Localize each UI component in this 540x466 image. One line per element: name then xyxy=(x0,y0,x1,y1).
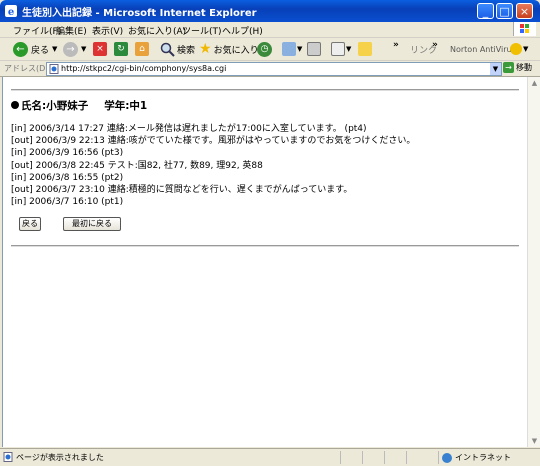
messenger-button[interactable] xyxy=(358,40,372,58)
maximize-button[interactable]: □ xyxy=(496,3,513,19)
menu-tools[interactable]: ツール(T) xyxy=(182,24,222,37)
toolbar-chevron[interactable]: » xyxy=(393,36,399,54)
norton-label[interactable]: Norton AntiVirus xyxy=(450,40,516,58)
norton-dropdown-icon[interactable]: ▼ xyxy=(523,45,528,53)
svg-text:e: e xyxy=(8,7,14,18)
mail-button[interactable]: ▼ xyxy=(282,40,302,58)
student-grade: 中1 xyxy=(129,100,148,112)
title-bar: e 生徒別入出記録 - Microsoft Internet Explorer … xyxy=(0,0,540,22)
forward-arrow-icon: → xyxy=(63,41,78,57)
forward-button[interactable]: → ▼ xyxy=(63,40,86,58)
close-button[interactable]: × xyxy=(516,3,533,19)
status-divider xyxy=(384,451,385,464)
norton-button[interactable]: ▼ xyxy=(510,40,528,58)
log-entry: [out] 2006/3/8 22:45 テスト:国82, 社77, 数89, … xyxy=(11,160,263,171)
history-icon: ◷ xyxy=(257,41,272,57)
address-url: http://stkpc2/cgi-bin/comphony/sys8a.cgi xyxy=(61,64,227,73)
search-icon xyxy=(160,42,175,57)
return-to-first-button[interactable]: 最初に戻る xyxy=(63,217,121,231)
status-bar: ページが表示されました イントラネット xyxy=(0,448,540,466)
student-name: 小野妹子 xyxy=(46,100,89,112)
security-zone: イントラネット xyxy=(442,452,511,463)
log-entry: [in] 2006/3/8 16:55 (pt2) xyxy=(11,172,124,183)
scroll-up-icon[interactable]: ▲ xyxy=(528,77,540,89)
print-button[interactable] xyxy=(307,40,321,58)
links-chevron[interactable]: » xyxy=(432,36,438,54)
log-entry: [out] 2006/3/7 23:10 連絡:積極的に質問などを行い、遅くまで… xyxy=(11,184,353,195)
log-entry: [out] 2006/3/9 22:13 連絡:咳がでていた様です。風邪がはやっ… xyxy=(11,136,416,147)
menu-file[interactable]: ファイル(F) xyxy=(13,24,61,37)
vertical-scrollbar[interactable]: ▲ ▼ xyxy=(527,77,540,447)
page-content: 氏名:小野妹子 学年:中1 [in] 2006/3/14 17:27 連絡:メール… xyxy=(2,77,527,447)
mail-dropdown-icon[interactable]: ▼ xyxy=(297,45,302,53)
search-button[interactable]: 検索 xyxy=(160,40,195,58)
address-dropdown-icon[interactable]: ▼ xyxy=(490,63,501,75)
edit-icon xyxy=(331,42,345,56)
menu-view[interactable]: 表示(V) xyxy=(92,24,123,37)
minimize-button[interactable]: _ xyxy=(477,3,494,19)
favorites-star-icon: ★ xyxy=(199,41,212,57)
favorites-button[interactable]: ★ お気に入り xyxy=(199,40,259,58)
browser-window: e 生徒別入出記録 - Microsoft Internet Explorer … xyxy=(0,0,540,466)
history-button[interactable]: ◷ xyxy=(257,40,272,58)
refresh-button[interactable]: ↻ xyxy=(114,40,128,58)
scroll-down-icon[interactable]: ▼ xyxy=(528,435,540,447)
status-divider xyxy=(438,451,439,464)
back-button[interactable]: ← 戻る ▼ xyxy=(13,40,57,58)
status-text: ページが表示されました xyxy=(16,453,104,462)
zone-label: イントラネット xyxy=(455,453,511,462)
favorites-label: お気に入り xyxy=(213,45,259,56)
page-icon xyxy=(49,64,59,74)
back-arrow-icon: ← xyxy=(13,41,28,57)
go-button[interactable]: → 移動 xyxy=(503,62,532,73)
print-icon xyxy=(307,42,321,56)
back-dropdown-icon[interactable]: ▼ xyxy=(52,45,57,53)
forward-dropdown-icon[interactable]: ▼ xyxy=(81,45,86,53)
status-divider xyxy=(340,451,341,464)
menu-edit[interactable]: 編集(E) xyxy=(56,24,87,37)
edit-dropdown-icon[interactable]: ▼ xyxy=(346,45,351,53)
log-entry: [in] 2006/3/9 16:56 (pt3) xyxy=(11,148,124,159)
menu-favorites[interactable]: お気に入り(A) xyxy=(128,24,186,37)
search-label: 検索 xyxy=(177,45,196,56)
name-label: 氏名: xyxy=(21,100,47,112)
log-entry: [in] 2006/3/14 17:27 連絡:メール発信は遅れましたが17:0… xyxy=(11,124,367,134)
address-bar: アドレス(D) http://stkpc2/cgi-bin/comphony/s… xyxy=(0,61,540,77)
address-input[interactable]: http://stkpc2/cgi-bin/comphony/sys8a.cgi… xyxy=(46,62,502,76)
page-done-icon xyxy=(3,452,13,462)
log-entry: [in] 2006/3/7 16:10 (pt1) xyxy=(11,197,124,208)
go-arrow-icon: → xyxy=(503,62,514,73)
window-title: 生徒別入出記録 - Microsoft Internet Explorer xyxy=(22,8,257,19)
windows-flag-icon xyxy=(513,22,536,36)
stop-icon: × xyxy=(93,42,107,56)
menu-help[interactable]: ヘルプ(H) xyxy=(222,24,263,37)
attendance-log: [in] 2006/3/14 17:27 連絡:メール発信は遅れましたが17:0… xyxy=(11,123,415,208)
mail-icon xyxy=(282,42,296,56)
toolbar: ← 戻る ▼ → ▼ × ↻ ⌂ 検索 ★ お気に入り ◷ ▼ ▼ » リンク … xyxy=(0,38,540,61)
refresh-icon: ↻ xyxy=(114,42,128,56)
back-label: 戻る xyxy=(31,45,50,56)
menu-bar: ファイル(F) 編集(E) 表示(V) お気に入り(A) ツール(T) ヘルプ(… xyxy=(0,22,540,38)
stop-button[interactable]: × xyxy=(93,40,107,58)
top-divider xyxy=(11,89,519,91)
go-label: 移動 xyxy=(516,63,532,72)
address-label: アドレス(D) xyxy=(4,64,49,73)
norton-icon xyxy=(510,43,522,55)
intranet-globe-icon xyxy=(442,452,452,463)
ie-logo-icon: e xyxy=(5,5,17,18)
status-divider xyxy=(406,451,407,464)
back-page-button[interactable]: 戻る xyxy=(19,217,41,231)
grade-label: 学年: xyxy=(104,100,130,112)
messenger-icon xyxy=(358,42,372,56)
bullet-icon xyxy=(11,101,19,109)
home-button[interactable]: ⌂ xyxy=(135,40,149,58)
status-divider xyxy=(362,451,363,464)
student-heading: 氏名:小野妹子 学年:中1 xyxy=(11,98,147,113)
bottom-divider xyxy=(11,245,519,247)
home-icon: ⌂ xyxy=(135,42,149,56)
edit-button[interactable]: ▼ xyxy=(331,40,351,58)
